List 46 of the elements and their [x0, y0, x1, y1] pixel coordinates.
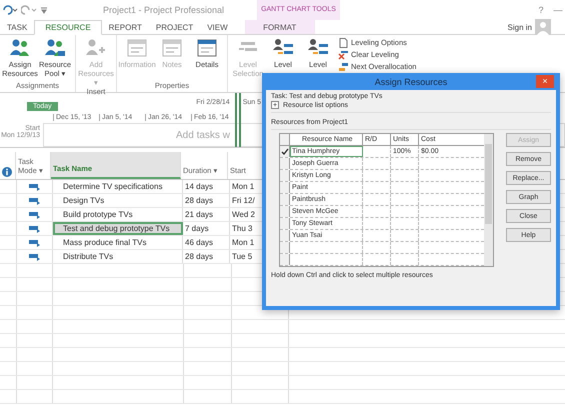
ribbon-tab[interactable]: VIEW [200, 20, 235, 34]
minimize-button[interactable]: — [551, 5, 565, 15]
table-cell: 21 days [183, 208, 230, 221]
task-mode-icon [28, 238, 40, 246]
table-cell: 28 days [183, 250, 230, 263]
redo-icon[interactable] [21, 5, 37, 15]
table-cell[interactable]: Distribute TVs [53, 250, 183, 263]
table-cell: 14 days [183, 180, 230, 193]
scrollbar[interactable] [484, 134, 493, 266]
task-mode-icon [28, 210, 40, 218]
table-cell: 7 days [183, 222, 230, 235]
table-cell: 46 days [183, 236, 230, 249]
people-icon [44, 38, 66, 58]
form-icon [161, 38, 183, 58]
task-mode-icon [28, 182, 40, 190]
form-icon [196, 38, 218, 58]
task-mode-icon [28, 252, 40, 260]
document-icon [338, 38, 349, 48]
task-mode-icon [28, 196, 40, 204]
ribbon-tab[interactable]: REPORT [102, 20, 149, 34]
avatar-icon[interactable] [535, 20, 551, 34]
ribbon-tab[interactable]: TASK [0, 20, 34, 34]
task-mode-icon [28, 224, 40, 232]
bars-icon [338, 62, 349, 72]
people-icon [9, 38, 31, 58]
ribbon-tab[interactable]: FORMAT [244, 20, 315, 34]
form-icon [126, 38, 148, 58]
table-cell[interactable]: Design TVs [53, 194, 183, 207]
undo-icon[interactable] [2, 5, 18, 15]
close-button[interactable]: × [536, 75, 554, 88]
table-cell[interactable]: Determine TV specifications [53, 180, 183, 193]
table-cell[interactable]: Mass produce final TVs [53, 236, 183, 249]
row-selector[interactable] [280, 146, 290, 157]
clear-icon [338, 50, 349, 60]
ribbon-tab[interactable]: RESOURCE [34, 20, 102, 35]
table-cell[interactable]: Test and debug prototype TVs [53, 222, 183, 235]
check-icon [281, 148, 289, 155]
sign-in-link[interactable]: Sign in [508, 20, 532, 34]
ribbon-tab[interactable]: PROJECT [148, 20, 200, 34]
dialog-title: Assign Resources [374, 76, 448, 86]
table-cell: 28 days [183, 194, 230, 207]
customize-icon[interactable] [40, 6, 48, 14]
table-cell[interactable]: Build prototype TVs [53, 208, 183, 221]
people-icon [85, 38, 107, 58]
window-title: Project1 - Project Professional [103, 5, 224, 15]
help-button[interactable]: ? [534, 5, 548, 15]
